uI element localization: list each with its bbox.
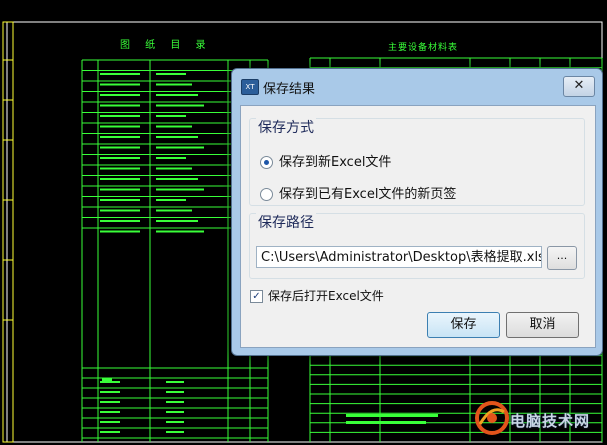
row-text-mark: [166, 431, 184, 433]
row-text-mark: [100, 230, 140, 233]
row-text-mark: [100, 209, 140, 212]
watermark-logo-icon: [475, 401, 509, 435]
row-text-mark: [156, 178, 198, 180]
close-icon: ✕: [573, 78, 585, 93]
site-watermark: 电脑技术网: [472, 396, 602, 442]
save-path-legend: 保存路径: [256, 212, 316, 232]
dialog-title: 保存结果: [263, 82, 316, 97]
equipment-table-title: 主要设备材料表: [388, 43, 459, 53]
row-text-mark: [100, 73, 140, 75]
radio-save-new-file-label: 保存到新Excel文件: [279, 155, 392, 170]
drawing-index-title: 图 纸 目 录: [120, 40, 212, 51]
row-text-mark: [100, 136, 140, 138]
open-after-save-label: 保存后打开Excel文件: [268, 289, 384, 303]
row-text-mark: [100, 188, 140, 191]
radio-save-existing-file[interactable]: 保存到已有Excel文件的新页签: [260, 183, 457, 202]
browse-button[interactable]: ...: [547, 246, 577, 270]
row-text-mark: [100, 167, 140, 170]
row-text-mark: [166, 401, 184, 403]
dialog-titlebar[interactable]: XT 保存结果 ✕: [232, 69, 602, 103]
row-text-mark: [156, 230, 204, 233]
save-mode-group: 保存方式 保存到新Excel文件 保存到已有Excel文件的新页签: [249, 117, 585, 206]
close-button[interactable]: ✕: [563, 76, 595, 97]
radio-save-existing-file-label: 保存到已有Excel文件的新页签: [279, 187, 457, 202]
row-text-mark: [100, 104, 140, 107]
save-button[interactable]: 保存: [427, 312, 500, 338]
row-text-mark: [156, 199, 186, 201]
save-result-dialog: XT 保存结果 ✕ 保存方式 保存到新Excel文件 保存到已有Excel文件的…: [231, 68, 603, 356]
watermark-text: 电脑技术网: [510, 412, 591, 430]
row-text-mark: [166, 381, 184, 383]
row-text-mark: [156, 167, 192, 170]
row-text-mark: [156, 83, 192, 86]
checkbox-checked-icon[interactable]: ✓: [250, 290, 263, 303]
row-text-mark: [100, 157, 140, 159]
row-text-mark: [156, 125, 192, 128]
row-text-mark: [166, 421, 184, 423]
row-text-mark: [100, 115, 140, 117]
row-text-mark: [100, 178, 140, 180]
row-text-mark: [166, 391, 184, 393]
row-text-mark: [100, 146, 140, 149]
cancel-button[interactable]: 取消: [506, 312, 579, 338]
radio-unselected-icon[interactable]: [260, 188, 273, 201]
row-text-mark: [156, 94, 198, 96]
row-text-mark: [156, 136, 198, 138]
row-text-mark: [100, 421, 120, 423]
row-text-mark: [100, 199, 140, 201]
row-text-mark: [100, 411, 120, 413]
radio-selected-icon[interactable]: [260, 156, 273, 169]
row-text-mark: [100, 381, 120, 383]
save-path-input[interactable]: C:\Users\Administrator\Desktop\表格提取.xls: [256, 246, 542, 268]
row-text-mark: [100, 401, 120, 403]
row-text-mark: [156, 209, 192, 212]
dialog-client-area: 保存方式 保存到新Excel文件 保存到已有Excel文件的新页签 保存路径 C…: [240, 105, 596, 348]
row-text-mark: [100, 391, 120, 393]
row-text-mark: [156, 146, 204, 149]
app-icon: XT: [241, 79, 259, 95]
row-text-mark: [100, 125, 140, 128]
row-text-mark: [156, 104, 204, 107]
save-path-group: 保存路径 C:\Users\Administrator\Desktop\表格提取…: [249, 212, 585, 279]
row-text-mark: [100, 94, 140, 96]
row-text-mark: [100, 83, 140, 86]
row-text-mark: [100, 431, 120, 433]
save-mode-legend: 保存方式: [256, 117, 316, 137]
row-text-mark: [156, 220, 198, 222]
row-text-mark: [166, 411, 184, 413]
open-after-save-checkbox[interactable]: ✓ 保存后打开Excel文件: [250, 287, 384, 304]
row-text-mark: [156, 157, 186, 159]
row-text-mark: [156, 73, 186, 75]
radio-save-new-file[interactable]: 保存到新Excel文件: [260, 151, 392, 170]
row-text-mark: [100, 220, 140, 222]
row-text-mark: [156, 115, 186, 117]
row-text-mark: [156, 188, 204, 191]
cad-left-margin: [2, 21, 14, 443]
